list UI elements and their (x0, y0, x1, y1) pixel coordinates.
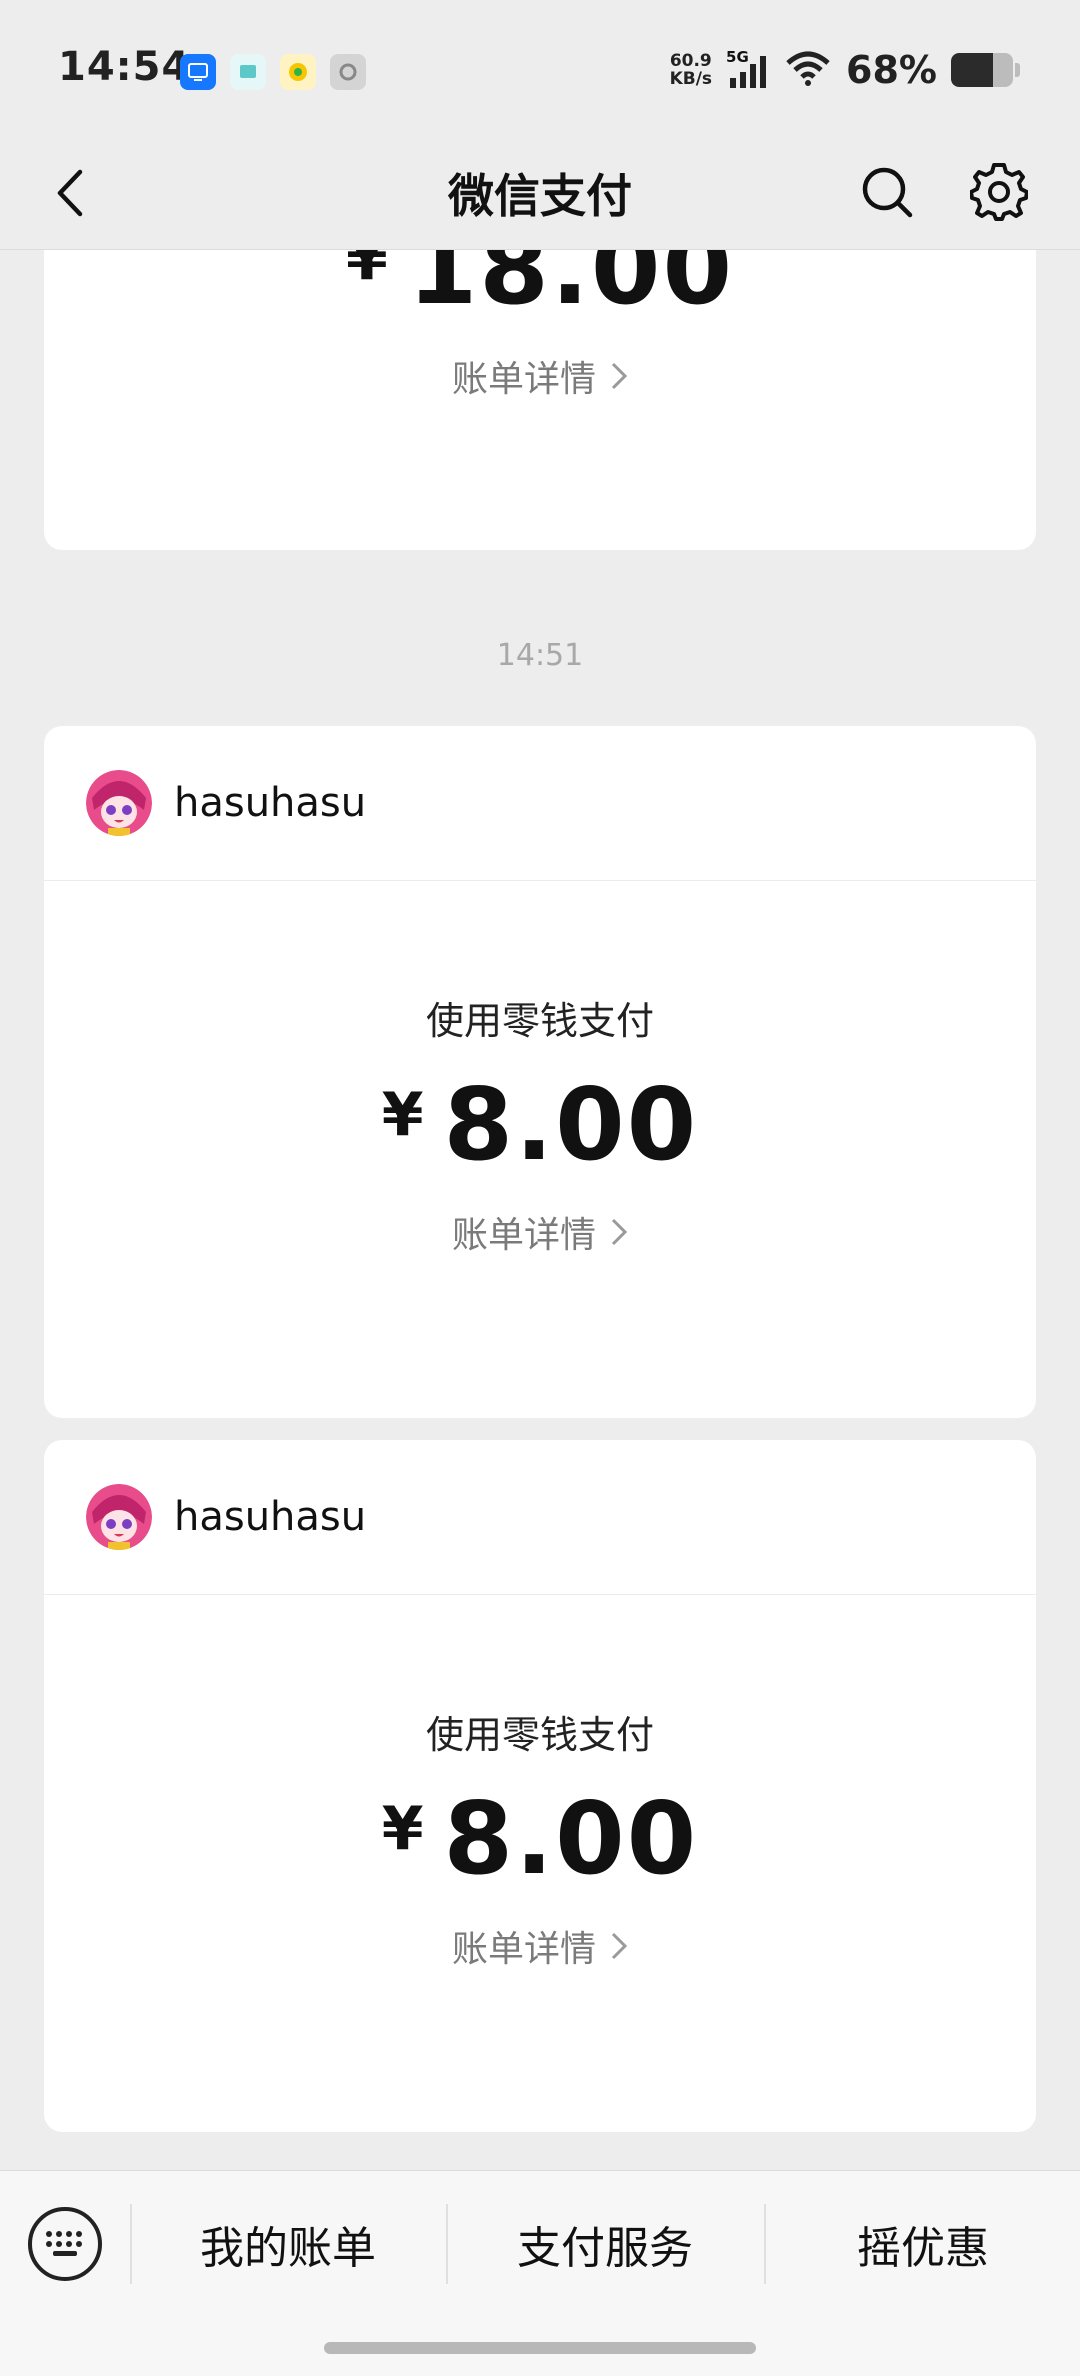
payment-card[interactable]: hasuhasu 使用零钱支付 ¥ 8.00 账单详情 (44, 726, 1036, 1418)
status-bar: 14:54 60.9 KB/s 5G 68% (0, 0, 1080, 135)
tablet-app-icon (230, 54, 266, 90)
message-timestamp: 14:51 (496, 638, 584, 673)
battery-icon (951, 53, 1013, 87)
gear-icon (970, 163, 1028, 221)
avatar (86, 770, 152, 836)
avatar (86, 1484, 152, 1550)
payment-amount: ¥ 18.00 (345, 250, 735, 327)
chevron-right-icon (611, 1932, 628, 1960)
payment-method: 使用零钱支付 (425, 999, 654, 1043)
menu-shake-offers[interactable]: 摇优惠 (766, 2201, 1080, 2287)
menu-my-bills[interactable]: 我的账单 (132, 2201, 444, 2287)
bill-detail-link[interactable]: 账单详情 (44, 1920, 1036, 1972)
battery-level-fill (951, 53, 994, 87)
cellular-signal-icon: 5G (726, 48, 770, 90)
chevron-right-icon (611, 362, 628, 390)
payment-method: 使用零钱支付 (425, 1713, 654, 1757)
card-header[interactable]: hasuhasu (44, 1440, 1036, 1595)
payment-card[interactable]: hasuhasu 使用零钱支付 ¥ 8.00 账单详情 (44, 1440, 1036, 2132)
payment-amount: ¥ 8.00 (381, 1780, 699, 1897)
settings-app-icon (330, 54, 366, 90)
merchant-name: hasuhasu (174, 1494, 367, 1540)
merchant-name: hasuhasu (174, 780, 367, 826)
chevron-right-icon (611, 1218, 628, 1246)
bill-detail-link[interactable]: 账单详情 (44, 350, 1036, 402)
search-icon (862, 167, 913, 218)
nav-bar: 微信支付 (0, 135, 1080, 250)
payment-card-partial[interactable]: ¥ 18.00 账单详情 (44, 250, 1036, 550)
wifi-icon (784, 49, 832, 91)
keyboard-toggle-button[interactable] (28, 2207, 102, 2281)
bill-detail-link[interactable]: 账单详情 (44, 1206, 1036, 1258)
keyboard-icon (46, 2231, 82, 2256)
music-app-icon (280, 54, 316, 90)
home-indicator[interactable] (324, 2342, 756, 2354)
screen-record-app-icon (180, 54, 216, 90)
status-time: 14:54 (58, 44, 191, 90)
search-button[interactable] (854, 159, 920, 225)
message-list[interactable]: ¥ 18.00 账单详情 14:51 hasuhasu 使用零钱支付 ¥ 8.0… (0, 250, 1080, 2170)
battery-tip (1015, 63, 1020, 77)
menu-payment-services[interactable]: 支付服务 (448, 2201, 762, 2287)
battery-percent: 68% (846, 48, 937, 92)
payment-amount: ¥ 8.00 (381, 1066, 699, 1183)
card-header[interactable]: hasuhasu (44, 726, 1036, 881)
notification-icons (180, 54, 366, 90)
network-speed: 60.9 KB/s (669, 51, 713, 89)
settings-button[interactable] (966, 159, 1032, 225)
bottom-menu-bar: 我的账单 支付服务 摇优惠 (0, 2170, 1080, 2376)
status-indicators: 60.9 KB/s 5G 68% (670, 48, 1020, 92)
